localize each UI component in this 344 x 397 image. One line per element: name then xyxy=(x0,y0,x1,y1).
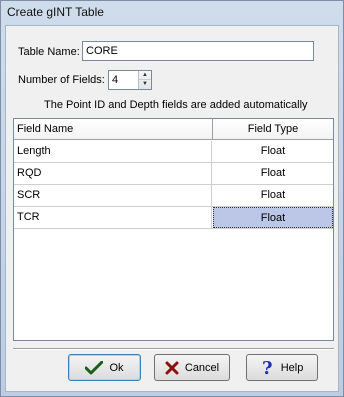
help-button[interactable]: ? Help xyxy=(246,354,318,381)
grid-header: Field Name Field Type xyxy=(14,119,333,140)
column-header-field-name[interactable]: Field Name xyxy=(14,119,213,139)
fields-grid[interactable]: Field Name Field Type Length Float RQD F… xyxy=(13,118,334,341)
info-text: The Point ID and Depth fields are added … xyxy=(44,99,308,111)
field-name-cell[interactable]: Length xyxy=(14,141,212,162)
ok-button-label: Ok xyxy=(109,361,124,374)
table-name-input[interactable] xyxy=(82,41,314,61)
field-name-cell[interactable]: SCR xyxy=(14,185,212,206)
spin-up-icon[interactable]: ▲ xyxy=(139,71,151,80)
table-row[interactable]: TCR Float xyxy=(14,207,333,229)
checkmark-icon xyxy=(85,360,104,375)
question-mark-icon: ? xyxy=(261,359,275,377)
window-title: Create gINT Table xyxy=(7,5,104,19)
number-of-fields-value[interactable]: 4 xyxy=(112,73,118,87)
field-type-cell[interactable]: Float xyxy=(213,163,333,184)
field-type-cell[interactable]: Float xyxy=(213,185,333,206)
number-of-fields-label: Number of Fields: xyxy=(18,74,105,86)
number-of-fields-spinner[interactable]: 4 ▲ ▼ xyxy=(108,70,152,90)
spin-down-icon[interactable]: ▼ xyxy=(139,80,151,89)
table-row[interactable]: RQD Float xyxy=(14,163,333,185)
spinner-arrows: ▲ ▼ xyxy=(138,71,151,89)
field-type-cell[interactable]: Float xyxy=(213,141,333,162)
title-bar[interactable]: Create gINT Table xyxy=(1,1,343,23)
cancel-button-label: Cancel xyxy=(184,361,220,374)
field-name-cell[interactable]: RQD xyxy=(14,163,212,184)
create-gint-table-dialog: Create gINT Table Table Name: Number of … xyxy=(0,0,344,397)
table-row[interactable]: Length Float xyxy=(14,141,333,163)
field-type-cell-selected[interactable]: Float xyxy=(213,207,333,228)
ok-button[interactable]: Ok xyxy=(68,354,141,381)
field-name-cell[interactable]: TCR xyxy=(14,207,212,228)
x-icon xyxy=(165,361,179,375)
column-header-field-type[interactable]: Field Type xyxy=(213,119,333,139)
table-row[interactable]: SCR Float xyxy=(14,185,333,207)
dialog-body: Table Name: Number of Fields: 4 ▲ ▼ The … xyxy=(5,25,339,392)
button-separator xyxy=(13,348,334,350)
svg-text:?: ? xyxy=(262,359,273,377)
help-button-label: Help xyxy=(280,361,304,374)
cancel-button[interactable]: Cancel xyxy=(154,354,230,381)
table-name-label: Table Name: xyxy=(18,46,80,58)
